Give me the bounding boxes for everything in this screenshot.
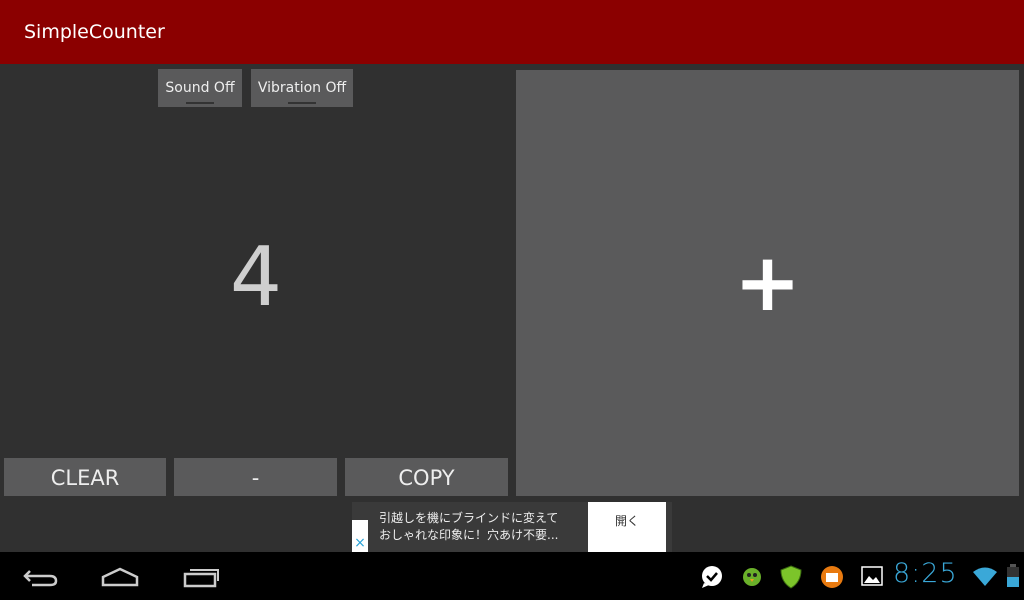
ad-line-1: 引越しを機にブラインドに変えて <box>379 511 559 525</box>
green-bird-icon[interactable] <box>741 565 763 587</box>
ad-text: 引越しを機にブラインドに変えて おしゃれな印象に！穴あけ不要... <box>379 510 558 544</box>
chat-check-icon[interactable] <box>700 565 724 589</box>
wifi-icon <box>973 567 997 586</box>
orange-folder-icon[interactable] <box>820 565 844 589</box>
toggle-indicator <box>288 102 316 104</box>
increment-button[interactable]: + <box>516 70 1019 496</box>
home-icon[interactable] <box>100 566 140 588</box>
sound-toggle-label: Sound Off <box>165 80 235 96</box>
toggle-indicator <box>186 102 214 104</box>
decrement-button[interactable]: - <box>174 458 337 496</box>
counter-value: 4 <box>229 230 283 325</box>
vibration-toggle-label: Vibration Off <box>257 80 347 96</box>
clear-button[interactable]: CLEAR <box>4 458 166 496</box>
sound-toggle[interactable]: Sound Off <box>158 69 242 107</box>
ad-banner[interactable]: × 引越しを機にブラインドに変えて おしゃれな印象に！穴あけ不要... 開く <box>352 502 672 552</box>
app-title: SimpleCounter <box>24 21 165 43</box>
ad-close-icon[interactable]: × <box>352 520 368 552</box>
ad-line-2: おしゃれな印象に！穴あけ不要... <box>379 528 559 542</box>
copy-button[interactable]: COPY <box>345 458 508 496</box>
battery-icon <box>1007 564 1019 587</box>
gallery-icon[interactable] <box>861 565 883 587</box>
back-icon[interactable] <box>22 566 60 588</box>
recent-apps-icon[interactable] <box>182 566 220 588</box>
clock: 8:25 <box>893 558 958 589</box>
vibration-toggle[interactable]: Vibration Off <box>251 69 353 107</box>
ad-open-button[interactable]: 開く <box>588 502 666 552</box>
shield-icon[interactable] <box>780 565 802 589</box>
